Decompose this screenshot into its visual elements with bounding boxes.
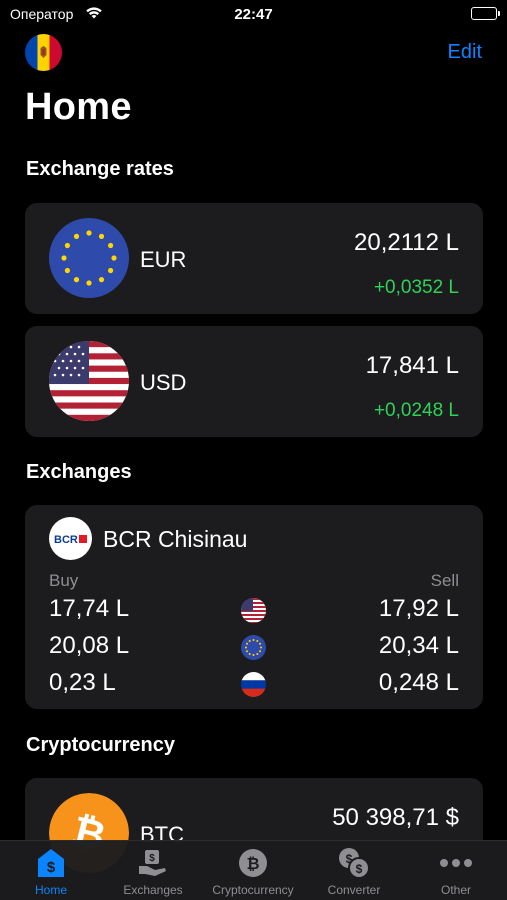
tab-label: Converter [327, 883, 381, 897]
moldova-flag-avatar[interactable] [25, 34, 62, 71]
rate-change: +0,0352 L [373, 277, 459, 298]
tab-label: Other [440, 883, 471, 897]
rate-card-usd[interactable]: USD 17,841 L +0,0248 L [25, 326, 483, 437]
sell-rate: 17,92 L [378, 595, 459, 622]
buy-rate: 20,08 L [49, 632, 130, 659]
status-time: 22:47 [234, 6, 273, 23]
sell-rate: 20,34 L [378, 632, 459, 659]
exchanges-hand-icon: $ [136, 847, 170, 879]
cryptocurrency-heading: Cryptocurrency [26, 734, 175, 756]
tab-cryptocurrency[interactable]: ₿ Cryptocurrency [203, 841, 303, 900]
rate-value: 20,2112 L [354, 229, 459, 256]
rate-currency-code: EUR [140, 247, 187, 272]
us-flag-icon [241, 598, 266, 623]
svg-text:₿: ₿ [246, 855, 259, 873]
bitcoin-coin-icon: ₿ [236, 847, 270, 879]
tab-other[interactable]: Other [426, 841, 486, 900]
tab-label: Cryptocurrency [212, 883, 294, 897]
sell-column-label: Sell [430, 571, 459, 590]
tab-label: Home [34, 883, 67, 897]
tab-exchanges[interactable]: $ Exchanges [113, 841, 193, 900]
svg-text:$: $ [47, 859, 56, 876]
svg-text:$: $ [356, 862, 363, 876]
bcr-logo-text: BCR [54, 534, 78, 546]
exchanges-heading: Exchanges [26, 461, 132, 483]
buy-rate: 0,23 L [49, 669, 116, 696]
page-title: Home [25, 86, 132, 128]
exchange-row-usd: 17,74 L 17,92 L [25, 593, 483, 629]
battery-icon [471, 7, 500, 20]
rate-change: +0,0248 L [373, 400, 459, 421]
tab-converter[interactable]: $ $ Converter [319, 841, 389, 900]
tab-home[interactable]: $ Home [21, 841, 81, 900]
exchange-card-bcr[interactable]: BCR BCR Chisinau Buy Sell 17,74 L 17,92 … [25, 505, 483, 709]
converter-coins-icon: $ $ [337, 847, 371, 879]
tab-bar: $ Home $ Exchanges ₿ Cryptocurrency $ $ … [0, 840, 507, 900]
exchange-row-eur: 20,08 L 20,34 L [25, 630, 483, 666]
buy-column-label: Buy [49, 571, 79, 590]
eu-flag-icon [241, 635, 266, 660]
crypto-value: 50 398,71 $ [332, 804, 459, 831]
us-flag-icon [49, 341, 129, 421]
home-dollar-icon: $ [34, 847, 68, 879]
exchange-rates-heading: Exchange rates [26, 158, 174, 180]
exchange-row-rub: 0,23 L 0,248 L [25, 667, 483, 703]
ellipsis-icon [439, 847, 473, 879]
rate-currency-code: USD [140, 370, 187, 395]
eu-flag-icon [49, 218, 129, 298]
edit-button[interactable]: Edit [448, 41, 482, 64]
ru-flag-icon [241, 672, 266, 697]
sell-rate: 0,248 L [378, 669, 459, 696]
svg-text:$: $ [149, 853, 155, 864]
buy-rate: 17,74 L [49, 595, 130, 622]
bcr-logo: BCR [49, 517, 92, 560]
tab-label: Exchanges [123, 883, 183, 897]
status-bar: Оператор 22:47 [0, 0, 507, 30]
rate-value: 17,841 L [365, 352, 459, 379]
rate-card-eur[interactable]: EUR 20,2112 L +0,0352 L [25, 203, 483, 314]
bank-name: BCR Chisinau [103, 526, 248, 552]
